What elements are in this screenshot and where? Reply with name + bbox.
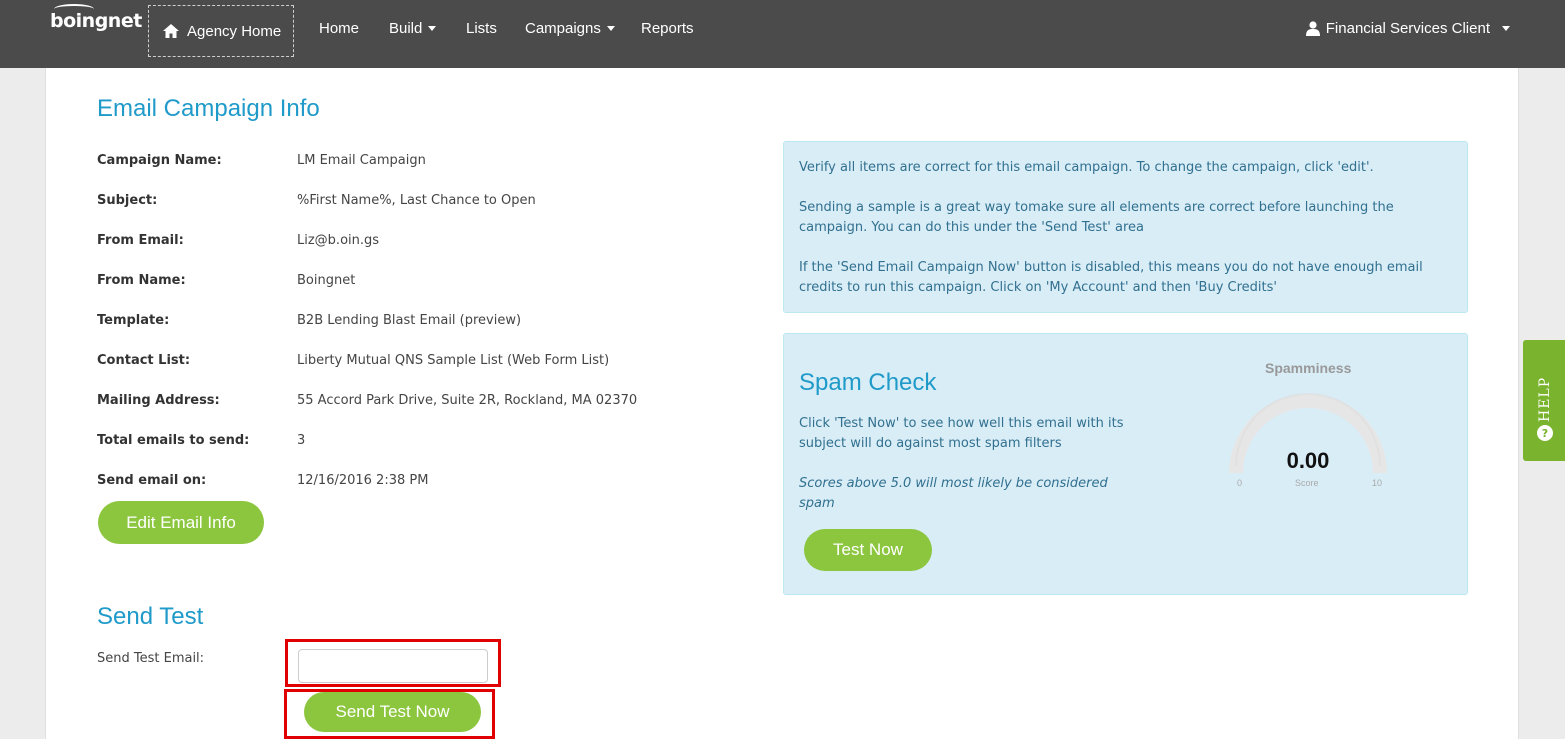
user-name: Financial Services Client xyxy=(1325,20,1490,37)
nav-build[interactable]: Build xyxy=(389,20,437,37)
send-test-email-label: Send Test Email: xyxy=(97,651,205,666)
user-icon xyxy=(1305,21,1320,36)
spam-check-description: Click 'Test Now' to see how well this em… xyxy=(799,416,1124,451)
nav-campaigns-label: Campaigns xyxy=(525,20,601,37)
total-emails-value: 3 xyxy=(297,433,306,448)
send-test-now-button[interactable]: Send Test Now xyxy=(304,692,481,732)
contact-list-label: Contact List: xyxy=(97,353,191,368)
gauge-max-label: 10 xyxy=(1372,478,1383,488)
nav-reports[interactable]: Reports xyxy=(641,20,694,37)
template-label: Template: xyxy=(97,313,170,328)
chevron-down-icon xyxy=(1502,26,1510,31)
from-email-label: From Email: xyxy=(97,233,184,248)
nav-campaigns[interactable]: Campaigns xyxy=(525,20,615,37)
subject-value: %First Name%, Last Chance to Open xyxy=(297,193,536,208)
home-icon xyxy=(163,24,179,38)
help-label: HELP xyxy=(1537,376,1553,422)
agency-home-button[interactable]: Agency Home xyxy=(148,5,294,57)
user-menu[interactable]: Financial Services Client xyxy=(1305,20,1510,37)
gauge-min-label: 0 xyxy=(1237,478,1243,488)
notice-paragraph-3: If the 'Send Email Campaign Now' button … xyxy=(799,260,1423,295)
send-on-label: Send email on: xyxy=(97,473,207,488)
mailing-address-value: 55 Accord Park Drive, Suite 2R, Rockland… xyxy=(297,393,638,408)
gauge-title: Spamminess xyxy=(1265,360,1352,376)
chevron-down-icon xyxy=(428,26,437,31)
nav-home[interactable]: Home xyxy=(319,20,359,37)
nav-build-label: Build xyxy=(389,20,423,37)
agency-home-label: Agency Home xyxy=(187,22,282,40)
logo-wing-icon xyxy=(54,4,94,14)
send-on-value: 12/16/2016 2:38 PM xyxy=(297,473,429,488)
nav-lists[interactable]: Lists xyxy=(466,20,497,37)
spam-check-title: Spam Check xyxy=(799,369,937,396)
edit-email-info-button[interactable]: Edit Email Info xyxy=(98,501,264,544)
from-name-value: Boingnet xyxy=(297,273,356,288)
spam-score-value: 0.00 xyxy=(1286,448,1330,473)
subject-label: Subject: xyxy=(97,193,158,208)
chevron-down-icon xyxy=(606,26,615,31)
send-test-email-input[interactable] xyxy=(298,649,488,683)
notice-paragraph-1: Verify all items are correct for this em… xyxy=(799,160,1374,175)
test-now-button[interactable]: Test Now xyxy=(804,529,932,571)
send-test-title: Send Test xyxy=(97,603,204,630)
boingnet-logo[interactable]: boingnet xyxy=(50,4,142,32)
from-email-value: Liz@b.oin.gs xyxy=(297,233,380,248)
template-value: B2B Lending Blast Email (preview) xyxy=(297,313,522,328)
campaign-name-label: Campaign Name: xyxy=(97,153,222,168)
spam-check-note: Scores above 5.0 will most likely be con… xyxy=(799,476,1108,511)
campaign-info-title: Email Campaign Info xyxy=(97,95,320,122)
notice-paragraph-2: Sending a sample is a great way tomake s… xyxy=(799,200,1394,235)
top-navbar: boingnet Agency Home Home Build Lists Ca… xyxy=(0,0,1565,68)
mailing-address-label: Mailing Address: xyxy=(97,393,220,408)
campaign-name-value: LM Email Campaign xyxy=(297,153,426,168)
question-icon: ? xyxy=(1537,425,1553,441)
total-emails-label: Total emails to send: xyxy=(97,433,250,448)
contact-list-value: Liberty Mutual QNS Sample List (Web Form… xyxy=(297,353,610,368)
info-notice: Verify all items are correct for this em… xyxy=(783,141,1468,313)
gauge-score-label: Score xyxy=(1295,478,1319,488)
from-name-label: From Name: xyxy=(97,273,186,288)
